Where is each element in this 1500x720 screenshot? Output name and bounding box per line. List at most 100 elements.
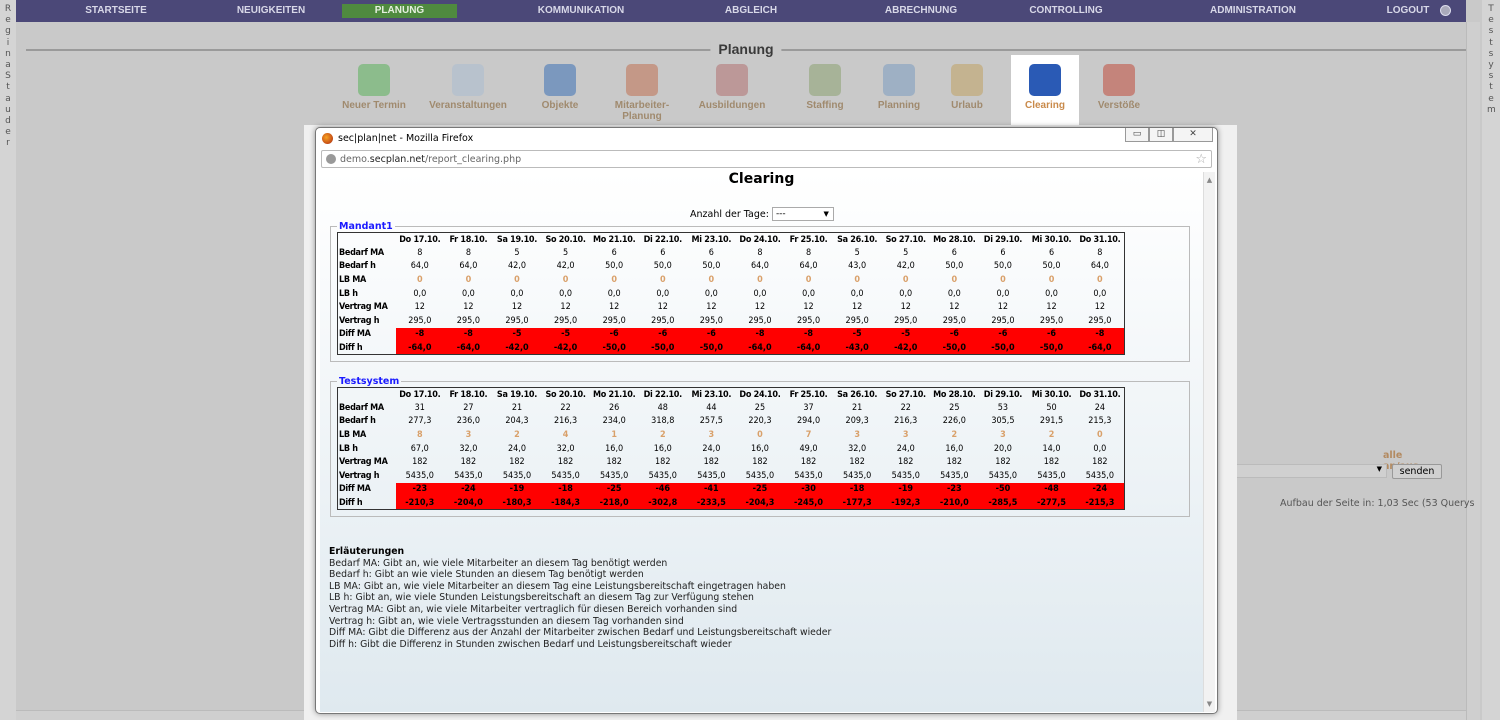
value-cell: -5 [832, 327, 882, 342]
value-cell: 12 [997, 302, 1009, 313]
value-cell: 6 [951, 247, 957, 258]
value-cell: 2 [659, 430, 666, 441]
tool-clearing[interactable]: Clearing [1011, 55, 1079, 125]
value-cell: 22 [900, 402, 911, 413]
day-header: Mo 28.10. [933, 389, 976, 400]
nav-item-kommunikation[interactable]: KOMMUNIKATION [516, 4, 646, 18]
page-vertical-scrollbar[interactable] [1466, 22, 1480, 720]
nav-item-abrechnung[interactable]: ABRECHNUNG [866, 4, 976, 18]
value-cell: -19 [492, 482, 542, 497]
nav-item-controlling[interactable]: CONTROLLING [1016, 4, 1116, 18]
tool-objekte[interactable]: Objekte [526, 55, 594, 125]
value-cell: 12 [463, 302, 474, 313]
send-button[interactable]: senden [1392, 464, 1442, 479]
nav-item-logout[interactable]: LOGOUT [1378, 4, 1438, 18]
value-cell: 295,0 [651, 315, 675, 326]
plus-icon [358, 64, 390, 96]
nav-item-startseite[interactable]: STARTSEITE [66, 4, 166, 18]
tool-label: Verstöße [1097, 100, 1141, 111]
value-cell: 64,0 [799, 261, 818, 272]
value-cell: 0 [757, 430, 763, 441]
strip-text: Testsystem [1487, 4, 1496, 115]
value-cell: 6 [1000, 247, 1006, 258]
value-cell: 295,0 [1039, 315, 1064, 326]
value-cell: 12 [706, 302, 717, 313]
nav-item-abgleich[interactable]: ABGLEICH [706, 4, 796, 18]
days-label: Anzahl der Tage: [690, 208, 769, 220]
value-cell: 12 [851, 302, 863, 313]
close-button[interactable]: ✕ [1173, 128, 1213, 142]
value-cell: -18 [541, 482, 590, 497]
tool-neuer-termin[interactable]: Neuer Termin [340, 55, 408, 125]
nav-item-neuigkeiten[interactable]: NEUIGKEITEN [221, 4, 321, 18]
value-cell: 295,0 [845, 315, 869, 326]
tool-label: Mitarbeiter-Planung [614, 100, 670, 122]
value-cell: 216,3 [894, 416, 918, 427]
nav-item-administration[interactable]: ADMINISTRATION [1193, 4, 1313, 18]
row-bedarf-ma: Bedarf MA 8 8 5 5 6 6 6 8 8 5 5 6 6 6 8 [338, 246, 1125, 260]
nav-item-planung[interactable]: PLANUNG [342, 4, 457, 18]
day-header: Mo 28.10. [933, 234, 976, 245]
value-cell: 182 [703, 457, 720, 468]
value-cell: -233,5 [687, 496, 736, 510]
minimize-button[interactable]: ▭ [1125, 128, 1149, 142]
value-cell: -8 [735, 327, 785, 342]
value-cell: 12 [754, 302, 766, 313]
tool-veranstaltungen[interactable]: Veranstaltungen [418, 55, 518, 125]
value-cell: 277,3 [408, 416, 432, 427]
explanation-line: Diff h: Gibt die Differenz in Stunden zw… [329, 638, 732, 650]
day-header: Di 22.10. [643, 389, 683, 400]
value-cell: 42,0 [556, 261, 575, 272]
value-cell: 5435,0 [1037, 470, 1066, 481]
group-testsystem: Testsystem Do 17.10. Fr 18.10. Sa 19.10. So … [330, 376, 1190, 518]
value-cell: 1 [611, 430, 617, 441]
bookmark-star-icon[interactable]: ☆ [1195, 152, 1207, 167]
value-cell: 7 [805, 430, 812, 441]
tool-staffing[interactable]: Staffing [791, 55, 859, 125]
value-cell: 8 [465, 247, 471, 258]
value-cell: -6 [638, 327, 688, 342]
globe-icon [326, 154, 336, 164]
scroll-down-icon[interactable]: ▼ [1204, 700, 1215, 708]
day-header: So 20.10. [545, 389, 586, 400]
value-cell: -6 [1027, 327, 1076, 342]
value-cell: 8 [805, 247, 812, 258]
value-cell: 5435,0 [454, 470, 483, 481]
explanation-line: LB h: Gibt an, wie viele Stunden Leistun… [329, 592, 754, 604]
row-bedarf-h: Bedarf h 277,3 236,0 204,3 216,3 234,0 318,8 25… [338, 415, 1125, 429]
scroll-up-icon[interactable]: ▲ [1204, 176, 1215, 184]
help-icon[interactable] [1440, 5, 1451, 16]
tool-ausbildungen[interactable]: Ausbildungen [698, 55, 766, 125]
row-diff-h: Diff h -210,3 -204,0 -180,3 -184,3 -218,0 -302… [338, 496, 1125, 510]
row-label: LB MA [339, 430, 366, 441]
value-cell: 12 [803, 302, 814, 313]
value-cell: -6 [589, 327, 639, 342]
value-cell: -64,0 [1075, 341, 1125, 355]
tool-mitarbeiter-planung[interactable]: Mitarbeiter-Planung [608, 55, 676, 125]
value-cell: 4 [562, 430, 569, 441]
value-cell: 12 [1046, 302, 1057, 313]
value-cell: -23 [395, 482, 445, 497]
day-header: Mi 23.10. [691, 234, 732, 245]
value-cell: -18 [832, 482, 882, 497]
tool-verst-e[interactable]: Verstöße [1085, 55, 1153, 125]
value-cell: 8 [757, 247, 763, 258]
value-cell: -192,3 [881, 496, 931, 510]
tool-urlaub[interactable]: Urlaub [933, 55, 1001, 125]
days-select[interactable]: --- [771, 207, 834, 221]
value-cell: -218,0 [589, 496, 639, 510]
tool-planning[interactable]: Planning [865, 55, 933, 125]
value-cell: -48 [1027, 482, 1076, 497]
popup-scrollbar[interactable]: ▲ ▼ [1203, 172, 1215, 712]
value-cell: -210,0 [930, 496, 979, 510]
value-cell: 182 [800, 457, 817, 468]
value-cell: 5 [903, 247, 909, 258]
value-cell: 64,0 [459, 261, 478, 272]
value-cell: 0 [514, 275, 520, 286]
days-select-value: --- [775, 209, 786, 219]
value-cell: 0 [902, 275, 909, 286]
maximize-button[interactable]: ◫ [1149, 128, 1173, 142]
value-cell: 16,0 [945, 443, 964, 454]
value-cell: 0,0 [947, 288, 961, 299]
url-bar[interactable]: demo. secplan.net/report_clearing.php ☆ [321, 150, 1212, 168]
